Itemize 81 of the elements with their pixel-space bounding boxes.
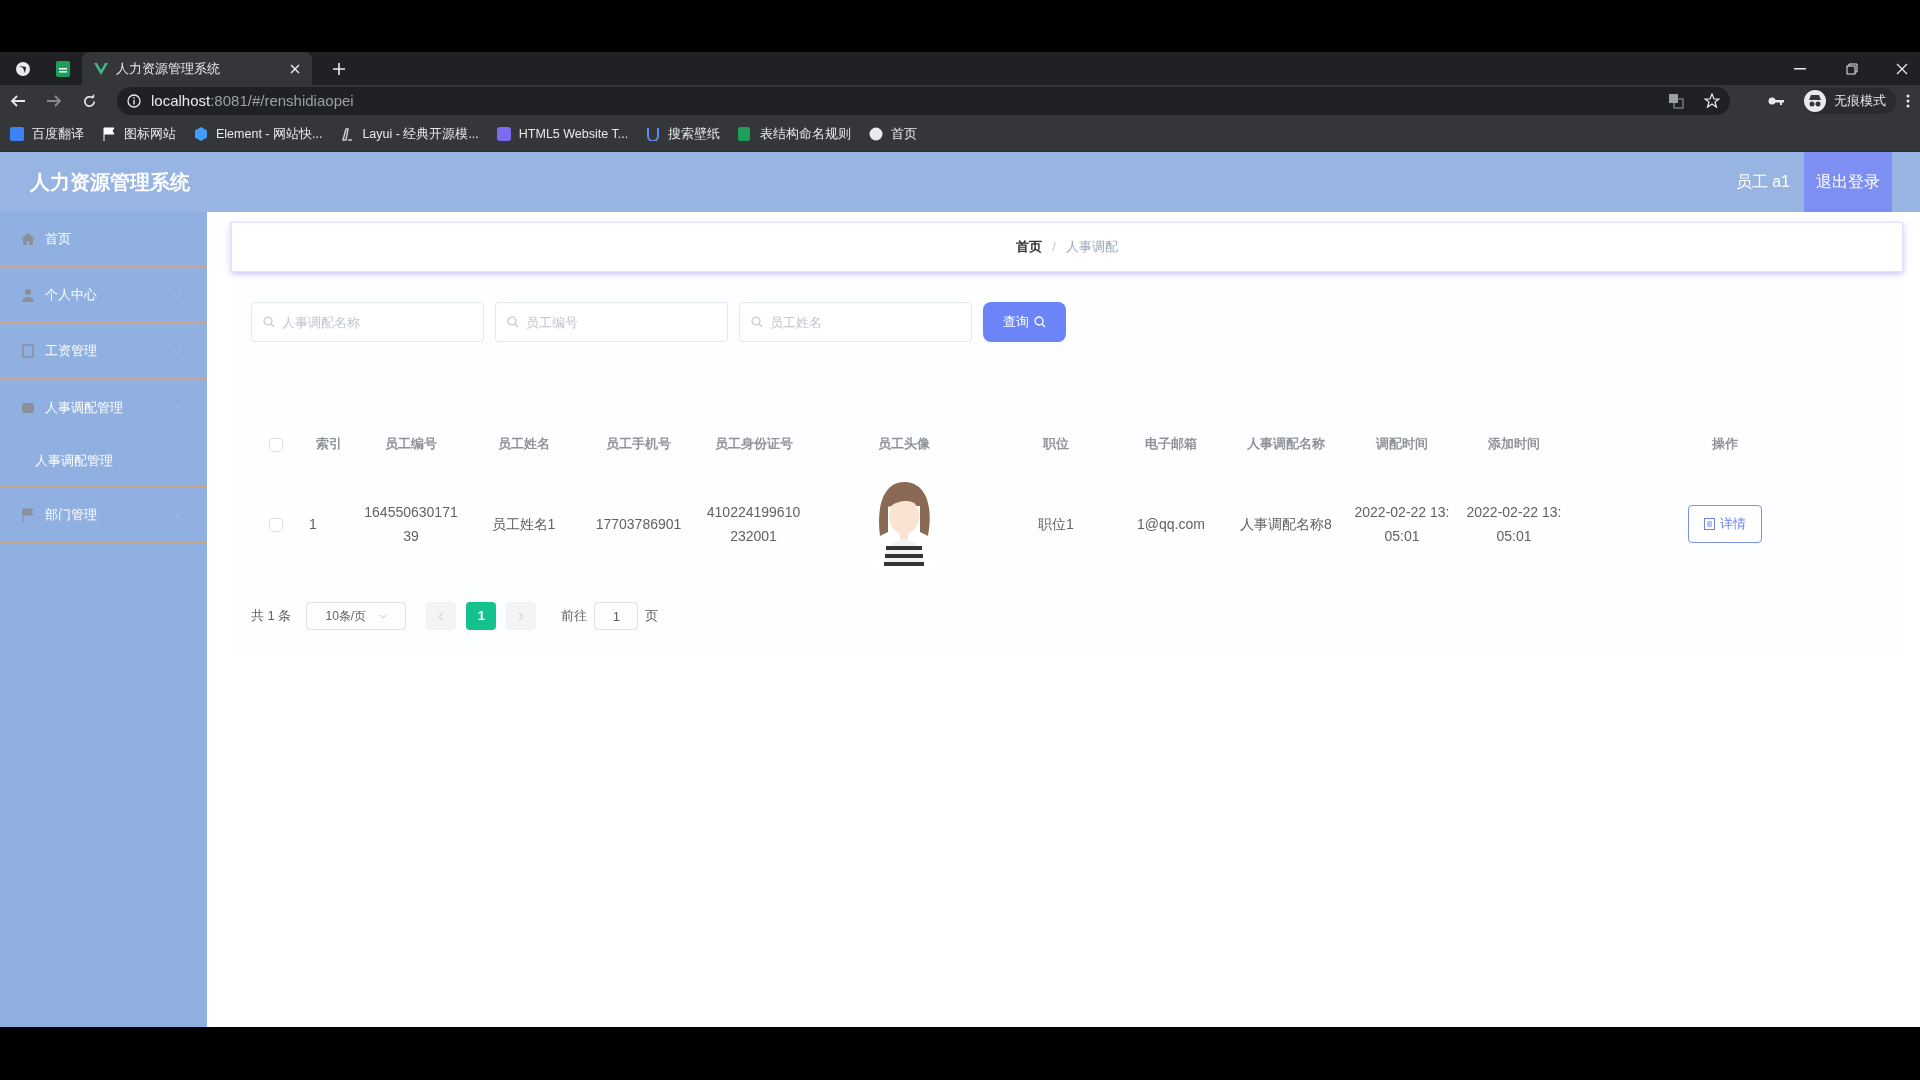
separator: / xyxy=(1052,238,1056,257)
goto-label: 前往 xyxy=(561,607,588,626)
chevron-right-icon xyxy=(518,611,525,621)
bookmark-link[interactable]: Element - 网站快... xyxy=(194,124,323,144)
search-icon xyxy=(1034,316,1046,328)
column-header: 员工头像 xyxy=(877,436,930,452)
table-cell: 410224199610232001 xyxy=(706,504,801,544)
search-icon xyxy=(263,316,275,328)
search-field[interactable]: 人事调配名称 xyxy=(251,302,484,342)
info-icon[interactable] xyxy=(127,94,141,108)
table-cell: 16455063017139 xyxy=(364,504,458,544)
breadcrumb-item[interactable]: 首页 xyxy=(1016,237,1043,257)
checkbox[interactable] xyxy=(269,517,283,532)
chevron-left-icon xyxy=(438,611,445,621)
reload-icon[interactable] xyxy=(82,93,97,109)
flag-icon xyxy=(102,127,116,141)
card-icon xyxy=(21,401,35,415)
menu-icon[interactable] xyxy=(1906,94,1910,108)
app-title: 人力资源管理系统 xyxy=(30,170,191,195)
document-icon xyxy=(21,344,35,358)
column-header: 员工手机号 xyxy=(606,436,671,452)
column-header: 操作 xyxy=(1712,436,1738,452)
key-icon[interactable] xyxy=(1768,96,1784,106)
page-input[interactable]: 1 xyxy=(594,602,639,630)
bookmark-link[interactable]: 首页 xyxy=(869,124,918,144)
search-icon xyxy=(507,316,519,328)
column-header: 电子邮箱 xyxy=(1145,436,1197,452)
document-icon xyxy=(1704,518,1715,530)
sheet-icon[interactable] xyxy=(56,60,70,77)
column-header: 员工身份证号 xyxy=(714,436,793,452)
home-icon xyxy=(21,232,35,246)
table-cell: 2022-02-22 13:05:01 xyxy=(1466,504,1562,544)
column-header: 职位 xyxy=(1043,436,1069,452)
column-header: 人事调配名称 xyxy=(1247,436,1325,452)
page-size-select[interactable]: 10条/页 xyxy=(306,602,407,630)
user-icon xyxy=(21,288,35,302)
table-cell: 人事调配名称8 xyxy=(1240,516,1332,532)
checkbox[interactable] xyxy=(269,437,283,452)
profile-button[interactable]: 无痕模式 xyxy=(1804,88,1896,114)
v-logo-icon xyxy=(94,62,108,75)
table-cell: 17703786901 xyxy=(595,516,682,532)
bookmark-link[interactable]: 搜索壁纸 xyxy=(646,124,721,144)
browser-tab[interactable]: 人力资源管理系统 xyxy=(82,52,312,85)
flag-icon xyxy=(21,508,35,522)
sheet-icon xyxy=(738,127,753,141)
bookmark-link[interactable]: 百度翻译 xyxy=(10,124,84,144)
column-header: 索引 xyxy=(315,436,342,452)
incognito-icon xyxy=(1804,90,1826,112)
table-cell: 员工姓名1 xyxy=(491,516,556,532)
detail-button[interactable]: 详情 xyxy=(1688,505,1762,543)
column-header: 员工姓名 xyxy=(497,436,550,452)
table-cell: 1@qq.com xyxy=(1137,516,1205,532)
column-header: 添加时间 xyxy=(1488,436,1540,452)
search-field[interactable]: 员工编号 xyxy=(495,302,728,342)
column-header: 员工编号 xyxy=(385,436,437,452)
table-cell: 2022-02-22 13:05:01 xyxy=(1354,504,1450,544)
tab-title: 人力资源管理系统 xyxy=(116,59,221,78)
bookmark-link[interactable]: 表结构命名规则 xyxy=(738,124,852,144)
search-icon xyxy=(751,316,763,328)
minimize-icon[interactable] xyxy=(1794,67,1806,70)
search-field[interactable]: 员工姓名 xyxy=(739,302,972,342)
restore-icon[interactable] xyxy=(1846,62,1858,75)
close-icon[interactable] xyxy=(1896,62,1908,75)
close-icon[interactable] xyxy=(290,63,300,74)
bookmark-link[interactable]: 图标网站 xyxy=(102,124,176,144)
user-name: 员工 a1 xyxy=(1735,172,1790,192)
translate-icon[interactable] xyxy=(1668,93,1684,109)
bookmark-link[interactable]: HTML5 Website T... xyxy=(496,124,629,144)
forward-icon[interactable] xyxy=(46,94,62,108)
bookmark-link[interactable]: Layui - 经典开源模... xyxy=(340,124,479,144)
star-icon[interactable] xyxy=(1704,93,1720,109)
total-count: 共 1 条 xyxy=(251,607,292,626)
page-suffix: 页 xyxy=(645,607,659,626)
table-cell: 职位1 xyxy=(1038,516,1074,532)
column-header: 调配时间 xyxy=(1376,436,1428,452)
hexagon-icon xyxy=(194,127,208,141)
chevron-down-icon xyxy=(379,613,388,619)
breadcrumb-item: 人事调配 xyxy=(1065,238,1118,257)
back-icon[interactable] xyxy=(10,94,26,108)
table-cell: 1 xyxy=(309,516,317,532)
plus-icon[interactable] xyxy=(332,61,346,76)
